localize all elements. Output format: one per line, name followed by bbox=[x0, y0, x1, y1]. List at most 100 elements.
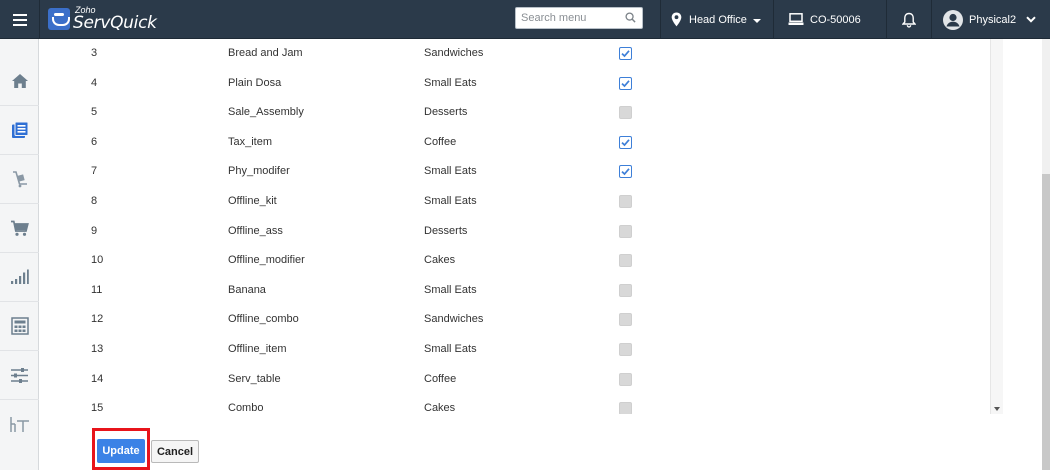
item-category: Desserts bbox=[424, 224, 468, 237]
row-number: 9 bbox=[91, 224, 98, 237]
bell-icon bbox=[902, 12, 916, 28]
sidebar-item-accounting[interactable] bbox=[0, 302, 39, 351]
location-label: Head Office bbox=[689, 13, 747, 26]
item-category: Small Eats bbox=[424, 76, 477, 89]
cancel-button[interactable]: Cancel bbox=[151, 440, 199, 463]
item-name: Bread and Jam bbox=[228, 47, 303, 59]
checkbox-disabled[interactable] bbox=[619, 106, 632, 120]
row-number: 11 bbox=[91, 283, 103, 296]
item-name: Offline_combo bbox=[228, 313, 299, 326]
checkbox-disabled[interactable] bbox=[619, 224, 632, 238]
item-category: Sandwiches bbox=[424, 47, 484, 59]
page-scrollbar[interactable] bbox=[1042, 39, 1050, 470]
item-name: Plain Dosa bbox=[228, 76, 282, 89]
checkbox-checked[interactable] bbox=[619, 47, 632, 60]
checkbox-disabled[interactable] bbox=[619, 283, 632, 297]
update-button[interactable]: Update bbox=[97, 439, 145, 463]
table-row: 3 Bread and Jam Sandwiches bbox=[40, 39, 1003, 69]
item-name: Offline_modifier bbox=[228, 254, 305, 267]
brand-name: ServQuick bbox=[73, 13, 157, 33]
checkbox-checked[interactable] bbox=[619, 165, 632, 179]
notifications-button[interactable] bbox=[886, 0, 932, 39]
table-row: 13 Offline_item Small Eats bbox=[40, 335, 1003, 365]
settings-sliders-icon bbox=[11, 367, 28, 383]
row-number: 10 bbox=[91, 254, 104, 267]
item-name: Combo bbox=[228, 402, 264, 414]
table-scrollbar[interactable] bbox=[990, 39, 1003, 414]
sidebar-item-inventory[interactable] bbox=[0, 155, 39, 204]
page-scrollbar-thumb[interactable] bbox=[1042, 174, 1050, 470]
chevron-down-icon bbox=[1026, 16, 1036, 23]
items-table: 3 Bread and Jam Sandwiches 4 Plain Dosa Small… bbox=[40, 39, 1003, 414]
item-name: Serv_table bbox=[228, 372, 281, 385]
row-number: 4 bbox=[91, 76, 98, 89]
table-row: 5 Sale_Assembly Desserts bbox=[40, 98, 1003, 128]
row-number: 8 bbox=[91, 195, 98, 207]
item-name: Tax_item bbox=[228, 135, 273, 148]
row-number: 13 bbox=[91, 343, 104, 355]
calculator-icon bbox=[10, 317, 29, 335]
table-row: 6 Tax_item Coffee bbox=[40, 128, 1003, 158]
sidebar-item-reports[interactable] bbox=[0, 253, 39, 302]
item-name: Phy_modifer bbox=[228, 165, 290, 178]
item-name: Sale_Assembly bbox=[228, 106, 304, 119]
hamburger-menu-icon[interactable] bbox=[0, 0, 40, 39]
cart-icon bbox=[11, 220, 29, 236]
table-row: 9 Offline_ass Desserts bbox=[40, 217, 1003, 247]
sidebar-item-home[interactable] bbox=[0, 57, 39, 106]
sidebar-item-tables[interactable] bbox=[0, 400, 39, 449]
table-row: 4 Plain Dosa Small Eats bbox=[40, 69, 1003, 99]
item-category: Sandwiches bbox=[424, 313, 484, 326]
item-category: Cakes bbox=[424, 402, 456, 414]
item-category: Small Eats bbox=[424, 343, 477, 355]
checkbox-disabled[interactable] bbox=[619, 343, 632, 356]
search-input[interactable] bbox=[516, 8, 616, 28]
row-number: 15 bbox=[91, 402, 104, 414]
home-icon bbox=[11, 74, 28, 88]
table-row: 14 Serv_table Coffee bbox=[40, 365, 1003, 395]
scroll-down-arrow-icon[interactable] bbox=[994, 407, 1000, 411]
checkbox-checked[interactable] bbox=[619, 76, 632, 90]
item-category: Cakes bbox=[424, 254, 456, 267]
checkbox-disabled[interactable] bbox=[619, 372, 632, 386]
row-number: 7 bbox=[91, 165, 98, 178]
search-box bbox=[515, 7, 643, 29]
sidebar-item-settings[interactable] bbox=[0, 351, 39, 400]
item-name: Offline_item bbox=[228, 343, 287, 355]
sidebar-item-sales[interactable] bbox=[0, 204, 39, 253]
reports-icon bbox=[11, 269, 29, 284]
register-selector[interactable]: CO-50006 bbox=[773, 0, 885, 39]
item-category: Small Eats bbox=[424, 195, 477, 207]
table-row: 8 Offline_kit Small Eats bbox=[40, 187, 1003, 217]
location-selector[interactable]: Head Office bbox=[660, 0, 772, 39]
checkbox-disabled[interactable] bbox=[619, 313, 632, 327]
catalog-icon bbox=[11, 121, 28, 138]
servquick-logo-icon bbox=[48, 8, 70, 30]
row-number: 6 bbox=[91, 135, 98, 148]
app-logo[interactable]: Zoho ServQuick bbox=[48, 5, 157, 33]
sidebar-item-catalog[interactable] bbox=[0, 106, 39, 155]
checkbox-disabled[interactable] bbox=[619, 254, 632, 268]
sidebar bbox=[0, 39, 39, 470]
checkbox-checked[interactable] bbox=[619, 135, 632, 149]
item-category: Coffee bbox=[424, 372, 457, 385]
checkbox-disabled[interactable] bbox=[619, 195, 632, 208]
register-monitor-icon bbox=[788, 13, 804, 25]
item-category: Small Eats bbox=[424, 283, 477, 296]
top-navigation-bar: Zoho ServQuick Head Office CO-50006 bbox=[0, 0, 1050, 39]
item-category: Desserts bbox=[424, 106, 468, 119]
inventory-icon bbox=[12, 171, 27, 188]
row-number: 5 bbox=[91, 106, 98, 119]
item-category: Small Eats bbox=[424, 165, 477, 178]
checkbox-disabled[interactable] bbox=[619, 402, 632, 414]
table-row: 12 Offline_combo Sandwiches bbox=[40, 305, 1003, 335]
caret-down-icon bbox=[752, 19, 761, 23]
table-row: 10 Offline_modifier Cakes bbox=[40, 246, 1003, 276]
user-menu[interactable]: Physical2 bbox=[933, 0, 1050, 39]
search-icon[interactable] bbox=[625, 12, 636, 23]
table-row: 7 Phy_modifer Small Eats bbox=[40, 157, 1003, 187]
row-number: 3 bbox=[91, 47, 98, 59]
avatar bbox=[943, 9, 963, 30]
item-category: Coffee bbox=[424, 135, 457, 148]
table-row: 11 Banana Small Eats bbox=[40, 276, 1003, 306]
